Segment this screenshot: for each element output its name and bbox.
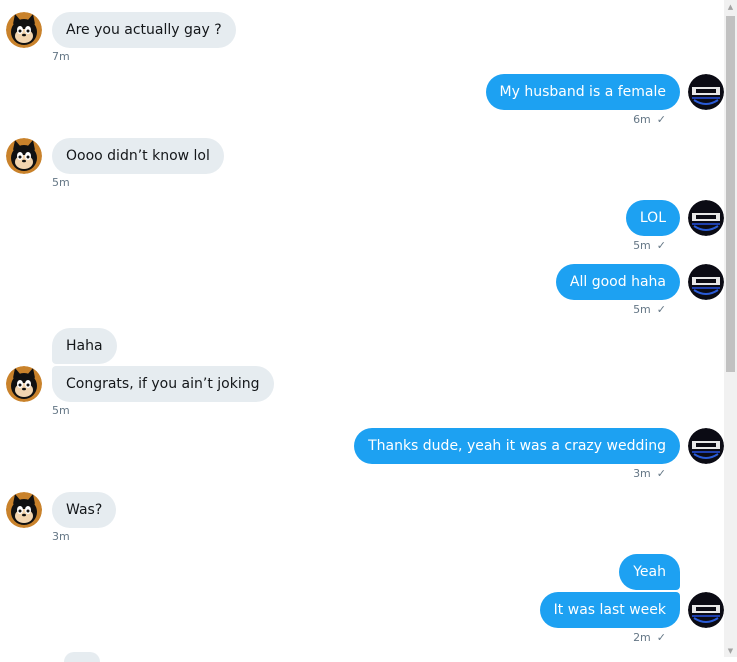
message-bubble-incoming[interactable]: Are you actually gay ? — [52, 12, 236, 48]
own-avatar-icon[interactable] — [688, 74, 724, 110]
message-bubble-outgoing[interactable]: All good haha — [555, 264, 680, 300]
vertical-scrollbar[interactable]: ▲ ▼ — [724, 0, 737, 657]
message-bubble-incoming[interactable]: Oooo didn’t know lol — [52, 138, 224, 174]
read-check-icon: ✓ — [656, 239, 666, 252]
message-timestamp: 3m ✓ — [633, 467, 666, 480]
message-bubble-incoming[interactable]: Congrats, if you ain’t joking — [52, 366, 274, 402]
contact-avatar-icon[interactable] — [6, 492, 42, 528]
message-timestamp: 5m ✓ — [633, 239, 666, 252]
message-thread[interactable]: Are you actually gay ? 7m My husband is … — [0, 0, 724, 662]
message-timestamp: 6m ✓ — [633, 113, 666, 126]
message-bubble-incoming[interactable]: Was? — [52, 492, 117, 528]
message-bubble-outgoing[interactable]: Thanks dude, yeah it was a crazy wedding — [354, 428, 680, 464]
message-bubble-incoming[interactable]: Haha — [52, 328, 117, 364]
own-avatar-icon[interactable] — [688, 264, 724, 300]
message-bubble-outgoing[interactable]: LOL — [625, 200, 680, 236]
own-avatar-icon[interactable] — [688, 428, 724, 464]
read-check-icon: ✓ — [656, 467, 666, 480]
own-avatar-icon[interactable] — [688, 200, 724, 236]
own-avatar-icon[interactable] — [688, 592, 724, 628]
message-timestamp: 5m — [52, 404, 70, 417]
contact-avatar-icon[interactable] — [6, 366, 42, 402]
read-check-icon: ✓ — [656, 303, 666, 316]
message-timestamp: 3m — [52, 530, 70, 543]
message-bubble-outgoing[interactable]: My husband is a female — [485, 74, 680, 110]
contact-avatar-icon[interactable] — [6, 12, 42, 48]
message-timestamp: 7m — [52, 50, 70, 63]
message-bubble-outgoing[interactable]: It was last week — [539, 592, 680, 628]
contact-avatar-icon[interactable] — [6, 138, 42, 174]
scrollbar-thumb[interactable] — [726, 16, 735, 372]
scroll-down-arrow-icon[interactable]: ▼ — [724, 644, 737, 657]
read-check-icon: ✓ — [656, 113, 666, 126]
scroll-up-arrow-icon[interactable]: ▲ — [724, 0, 737, 13]
message-timestamp: 5m ✓ — [633, 303, 666, 316]
message-timestamp: 5m — [52, 176, 70, 189]
read-check-icon: ✓ — [656, 631, 666, 644]
message-bubble-partial — [64, 652, 100, 662]
message-timestamp: 2m ✓ — [633, 631, 666, 644]
message-bubble-outgoing[interactable]: Yeah — [619, 554, 680, 590]
